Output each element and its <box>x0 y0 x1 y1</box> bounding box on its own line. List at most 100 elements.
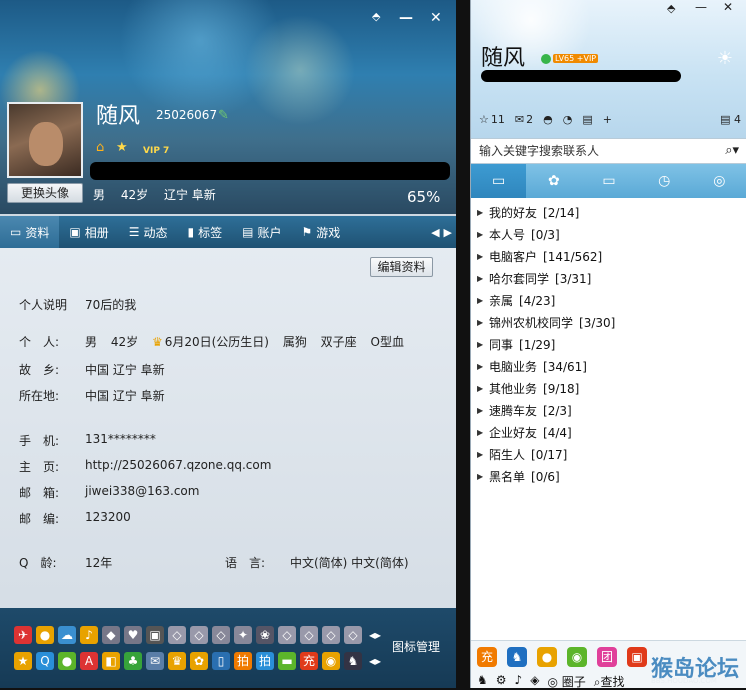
tab-feed[interactable]: ☰ 动态 <box>119 216 178 248</box>
app-badge-icon[interactable]: A <box>80 652 98 670</box>
tab-album[interactable]: ▣ 相册 <box>59 216 118 248</box>
shield-badge-icon[interactable]: ◧ <box>102 652 120 670</box>
paipai2-badge-icon[interactable]: 拍 <box>256 652 274 670</box>
homepage-link[interactable]: http://25026067.qzone.qq.com <box>85 458 271 472</box>
contact-group[interactable]: ▶ 本人号 [0/3] <box>477 224 741 246</box>
tab-microblog[interactable]: ◎ <box>692 164 746 198</box>
message-box-icon[interactable]: ▤ 4 <box>720 113 741 126</box>
add-icon[interactable]: + <box>603 113 612 126</box>
diamond-badge-icon[interactable]: ◆ <box>102 626 120 644</box>
pet-app-icon[interactable]: ● <box>537 647 557 667</box>
pet2-badge-icon[interactable]: ✿ <box>190 652 208 670</box>
icons-scroll-arrows-2[interactable]: ◂▸ <box>366 652 384 670</box>
tab-games[interactable]: ⚑ 游戏 <box>291 216 350 248</box>
paipai-badge-icon[interactable]: 拍 <box>234 652 252 670</box>
wallet-icon[interactable]: ◔ <box>563 113 573 126</box>
group-buy-app-icon[interactable]: 团 <box>597 647 617 667</box>
penguin-app-icon[interactable]: ♞ <box>507 647 527 667</box>
rocket-badge-icon[interactable]: ✈ <box>14 626 32 644</box>
weather-sun-icon[interactable]: ☀ <box>717 48 733 69</box>
arrow-left-icon[interactable]: ◀ <box>431 226 439 239</box>
contact-group[interactable]: ▶ 电脑业务 [34/61] <box>477 356 741 378</box>
contact-group[interactable]: ▶ 速腾车友 [2/3] <box>477 400 741 422</box>
coin-badge-icon[interactable]: ◉ <box>322 652 340 670</box>
search-icon[interactable]: ⌕▾ <box>725 143 739 158</box>
tab-contacts[interactable]: ▭ <box>471 164 527 198</box>
gem2-badge-icon[interactable]: ◇ <box>190 626 208 644</box>
star-badge-icon[interactable]: ★ <box>14 652 32 670</box>
contact-group[interactable]: ▶ 其他业务 [9/18] <box>477 378 741 400</box>
contact-group[interactable]: ▶ 我的好友 [2/14] <box>477 202 741 224</box>
gem3-badge-icon[interactable]: ◇ <box>212 626 230 644</box>
bag-app-icon[interactable]: ▣ <box>627 647 647 667</box>
penguin-badge-icon[interactable]: ♞ <box>344 652 362 670</box>
tab-recent[interactable]: ◷ <box>637 164 692 198</box>
panda-badge-icon[interactable]: ❀ <box>256 626 274 644</box>
volume-icon[interactable]: ♪ <box>515 673 523 690</box>
ball-app-icon[interactable]: ◉ <box>567 647 587 667</box>
music-badge-icon[interactable]: ♪ <box>80 626 98 644</box>
contact-group[interactable]: ▶ 同事 [1/29] <box>477 334 741 356</box>
contact-group[interactable]: ▶ 锦州农机校同学 [3/30] <box>477 312 741 334</box>
contact-group[interactable]: ▶ 陌生人 [0/17] <box>477 444 741 466</box>
robot-badge-icon[interactable]: ▣ <box>146 626 164 644</box>
contact-group[interactable]: ▶ 哈尔套同学 [3/31] <box>477 268 741 290</box>
settings-icon[interactable]: ⚙ <box>496 673 507 690</box>
gem7-badge-icon[interactable]: ◇ <box>344 626 362 644</box>
gem5-badge-icon[interactable]: ◇ <box>300 626 318 644</box>
arrow-right-icon[interactable]: ▶ <box>444 226 452 239</box>
security-icon[interactable]: ◈ <box>530 673 539 690</box>
skin-icon[interactable]: ⬘ <box>667 2 675 15</box>
gem4-badge-icon[interactable]: ◇ <box>278 626 296 644</box>
mail-badge-icon[interactable]: ✉ <box>146 652 164 670</box>
clover-badge-icon[interactable]: ♣ <box>124 652 142 670</box>
bag-icon[interactable]: ◓ <box>543 113 553 126</box>
level-vip-tag[interactable]: LV65 +VIP <box>553 54 599 63</box>
edit-profile-button[interactable]: 编辑资料 <box>370 257 433 277</box>
phone-badge-icon[interactable]: ▯ <box>212 652 230 670</box>
icons-scroll-arrows[interactable]: ◂▸ <box>366 626 384 644</box>
car-badge-icon[interactable]: ▬ <box>278 652 296 670</box>
cloud-badge-icon[interactable]: ☁ <box>58 626 76 644</box>
note-icon[interactable]: ▤ <box>582 113 592 126</box>
edit-sign-icon[interactable]: ✎ <box>218 108 229 123</box>
avatar[interactable] <box>7 102 83 178</box>
tab-groups[interactable]: ✿ <box>526 164 581 198</box>
find-button[interactable]: ⌕查找 <box>594 673 625 690</box>
minimize-button[interactable]: — <box>695 0 707 14</box>
tab-account[interactable]: ▤ 账户 <box>232 216 291 248</box>
close-button[interactable]: ✕ <box>723 0 733 14</box>
online-status-icon[interactable] <box>541 54 551 64</box>
main-tabs: ▭ ✿ ▭ ◷ ◎ <box>471 164 746 198</box>
change-avatar-button[interactable]: 更换头像 <box>7 183 83 203</box>
charge-badge-icon[interactable]: 充 <box>300 652 318 670</box>
tab-info[interactable]: ▭ 资料 <box>0 216 60 248</box>
circle-button[interactable]: ◎ 圈子 <box>547 673 585 690</box>
close-button[interactable]: ✕ <box>430 10 442 26</box>
contact-group[interactable]: ▶ 电脑客户 [141/562] <box>477 246 741 268</box>
minimize-button[interactable]: — <box>399 10 413 26</box>
tab-discussions[interactable]: ▭ <box>581 164 636 198</box>
trophy-badge-icon[interactable]: ♛ <box>168 652 186 670</box>
skin-icon[interactable]: ⬘ <box>372 10 380 23</box>
gem-badge-icon[interactable]: ◇ <box>168 626 186 644</box>
contact-group[interactable]: ▶ 企业好友 [4/4] <box>477 422 741 444</box>
icon-manager-button[interactable]: 图标管理 <box>392 638 440 655</box>
star-badge-icon[interactable]: ★ <box>116 140 128 155</box>
qq-menu-icon[interactable]: ♞ <box>477 673 488 690</box>
contact-group[interactable]: ▶ 黑名单 [0/6] <box>477 466 741 488</box>
gem6-badge-icon[interactable]: ◇ <box>322 626 340 644</box>
pet-badge-icon[interactable]: ● <box>36 626 54 644</box>
chat-badge-icon[interactable]: ● <box>58 652 76 670</box>
contact-group[interactable]: ▶ 亲属 [4/23] <box>477 290 741 312</box>
tab-tags[interactable]: ▮ 标签 <box>178 216 233 248</box>
vip-badge[interactable]: VIP 7 <box>143 146 169 156</box>
qzone-badge-icon[interactable]: Q <box>36 652 54 670</box>
bird-badge-icon[interactable]: ✦ <box>234 626 252 644</box>
contact-search-input[interactable] <box>471 139 701 163</box>
home-badge-icon[interactable]: ⌂ <box>96 140 104 155</box>
recharge-app-icon[interactable]: 充 <box>477 647 497 667</box>
mail-icon[interactable]: ✉ <box>515 113 524 126</box>
heart-badge-icon[interactable]: ♥ <box>124 626 142 644</box>
star-icon[interactable]: ☆ <box>479 113 489 126</box>
